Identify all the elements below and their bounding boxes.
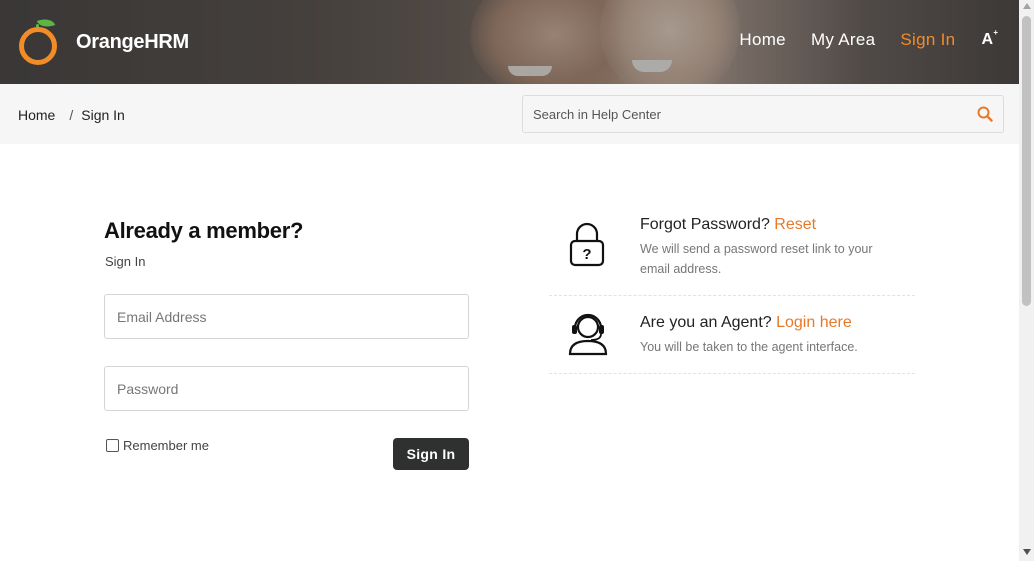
remember-me-label: Remember me: [123, 438, 209, 453]
breadcrumb-separator: /: [69, 107, 74, 123]
search-icon[interactable]: [977, 106, 993, 122]
headset-agent-icon: [568, 313, 608, 356]
search-input[interactable]: [533, 96, 963, 132]
nav-my-area[interactable]: My Area: [811, 30, 875, 50]
email-field: [104, 294, 469, 339]
login-title: Already a member?: [104, 218, 304, 243]
reset-link[interactable]: Reset: [774, 216, 816, 233]
remember-me[interactable]: Remember me: [106, 438, 209, 453]
brand-name: OrangeHRM: [76, 30, 189, 53]
password-field: [104, 366, 469, 411]
scrollbar-thumb[interactable]: [1022, 16, 1031, 306]
forgot-password-title: Forgot Password? Reset: [640, 216, 817, 233]
nav-sign-in[interactable]: Sign In: [900, 30, 955, 50]
agent-login-link[interactable]: Login here: [776, 314, 852, 331]
scroll-down-arrow-icon[interactable]: [1023, 549, 1031, 555]
forgot-password-item: ? Forgot Password? Reset We will send a …: [549, 206, 915, 296]
agent-description: You will be taken to the agent interface…: [640, 340, 858, 354]
brand-logo[interactable]: OrangeHRM: [18, 15, 189, 66]
sign-in-button[interactable]: Sign In: [393, 438, 469, 470]
password-input[interactable]: [105, 367, 468, 410]
scroll-up-arrow-icon[interactable]: [1023, 3, 1031, 9]
breadcrumb-bar: Home / Sign In: [0, 84, 1019, 144]
agent-login-item: Are you an Agent? Login here You will be…: [549, 296, 915, 374]
breadcrumb-current: Sign In: [81, 107, 125, 123]
help-search: [522, 95, 1004, 133]
svg-text:?: ?: [582, 246, 591, 263]
font-size-icon[interactable]: A +: [981, 28, 998, 49]
main-nav: Home My Area Sign In A +: [714, 28, 998, 50]
login-subtitle: Sign In: [105, 254, 146, 269]
page-scrollbar[interactable]: [1019, 0, 1034, 561]
email-input[interactable]: [105, 295, 468, 338]
agent-title: Are you an Agent? Login here: [640, 314, 852, 331]
site-header: OrangeHRM Home My Area Sign In A +: [0, 0, 1019, 84]
orange-logo-icon: [18, 15, 58, 66]
remember-me-checkbox[interactable]: [106, 439, 119, 452]
forgot-password-description: We will send a password reset link to yo…: [640, 242, 873, 276]
nav-home[interactable]: Home: [739, 30, 786, 50]
padlock-question-icon: ?: [569, 222, 605, 267]
breadcrumb: Home / Sign In: [18, 107, 125, 123]
breadcrumb-home[interactable]: Home: [18, 107, 55, 123]
